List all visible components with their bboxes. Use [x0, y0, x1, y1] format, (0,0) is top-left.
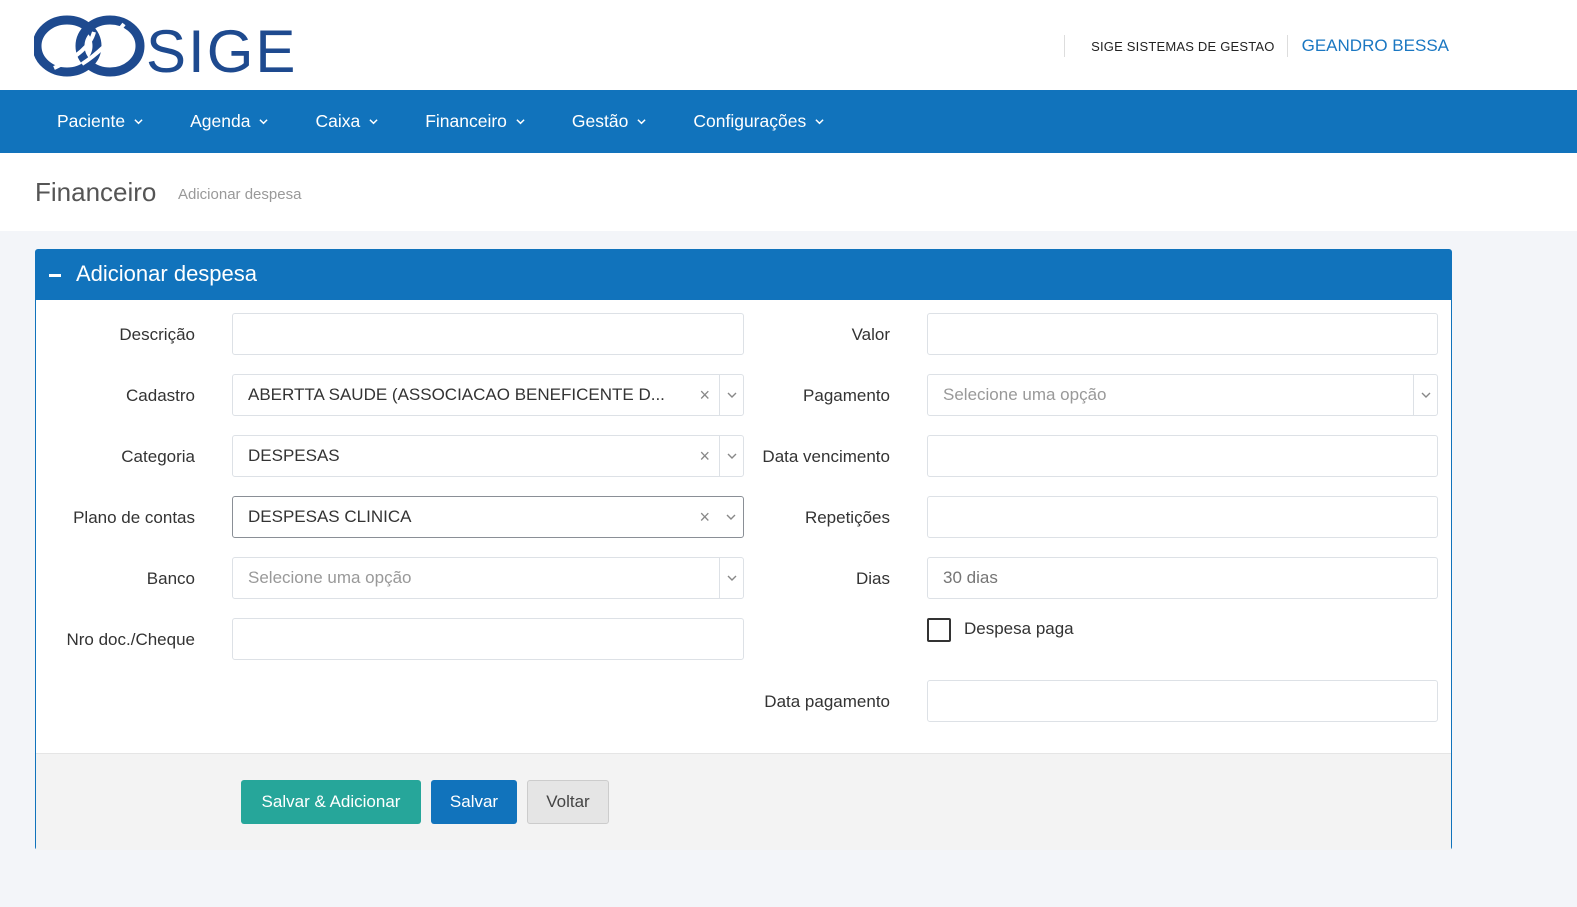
save-and-add-button[interactable]: Salvar & Adicionar [241, 780, 421, 824]
categoria-label: Categoria [121, 447, 195, 466]
despesa-paga-label[interactable]: Despesa paga [964, 619, 1074, 639]
banco-label: Banco [146, 569, 195, 588]
data-vencimento-label: Data vencimento [762, 447, 890, 466]
panel-header[interactable]: Adicionar despesa [36, 250, 1451, 300]
valor-input[interactable] [927, 313, 1438, 355]
categoria-select[interactable]: DESPESAS × [232, 435, 744, 477]
cadastro-label: Cadastro [126, 386, 195, 405]
top-bar: SIGE SIGE SISTEMAS DE GESTAO GEANDRO BES… [0, 0, 1577, 90]
banco-placeholder: Selecione uma opção [248, 568, 412, 587]
main-navbar: Paciente Agenda Caixa Financeiro Gestão … [0, 90, 1577, 153]
dias-label: Dias [855, 569, 890, 588]
sige-logo[interactable]: SIGE [34, 12, 304, 80]
cadastro-select[interactable]: ABERTTA SAUDE (ASSOCIACAO BENEFICENTE D.… [232, 374, 744, 416]
pagamento-label: Pagamento [803, 386, 890, 405]
data-pagamento-input[interactable] [927, 680, 1438, 722]
categoria-value: DESPESAS [248, 446, 340, 465]
chevron-down-icon [815, 118, 824, 124]
nav-configuracoes[interactable]: Configurações [693, 111, 824, 132]
descricao-label: Descrição [119, 325, 195, 344]
nav-label: Paciente [57, 111, 126, 131]
nav-label: Configurações [693, 111, 807, 131]
nav-caixa[interactable]: Caixa [315, 111, 378, 132]
repeticoes-label: Repetições [804, 508, 890, 527]
page-header: Financeiro Adicionar despesa [0, 153, 1577, 231]
chevron-down-icon[interactable] [1413, 375, 1437, 415]
pagamento-select[interactable]: Selecione uma opção [927, 374, 1438, 416]
chevron-down-icon [369, 118, 378, 124]
nav-label: Financeiro [425, 111, 507, 131]
page-title: Financeiro [35, 177, 157, 207]
valor-label: Valor [851, 325, 890, 344]
plano-contas-value: DESPESAS CLINICA [248, 507, 412, 526]
nav-gestao[interactable]: Gestão [572, 111, 646, 132]
chevron-down-icon [259, 118, 269, 124]
plano-contas-label: Plano de contas [73, 508, 195, 527]
page-subtitle: Adicionar despesa [178, 186, 302, 203]
repeticoes-input[interactable] [927, 496, 1438, 538]
back-button[interactable]: Voltar [527, 780, 609, 824]
dias-input[interactable] [927, 557, 1438, 599]
pagamento-placeholder: Selecione uma opção [943, 385, 1107, 404]
company-name: SIGE SISTEMAS DE GESTAO [1091, 38, 1275, 54]
form-footer: Salvar & Adicionar Salvar Voltar [36, 753, 1451, 850]
cadastro-value: ABERTTA SAUDE (ASSOCIACAO BENEFICENTE D.… [248, 385, 665, 404]
nro-doc-label: Nro doc./Cheque [66, 630, 195, 649]
chevron-down-icon [637, 118, 646, 124]
banco-select[interactable]: Selecione uma opção [232, 557, 744, 599]
nav-agenda[interactable]: Agenda [190, 111, 269, 132]
data-pagamento-label: Data pagamento [764, 692, 890, 711]
svg-text:SIGE: SIGE [146, 18, 297, 80]
save-button[interactable]: Salvar [431, 780, 517, 824]
plano-contas-select[interactable]: DESPESAS CLINICA × [232, 496, 744, 538]
nav-label: Gestão [571, 111, 629, 131]
nav-label: Agenda [190, 111, 251, 131]
nav-paciente[interactable]: Paciente [57, 111, 143, 132]
descricao-input[interactable] [232, 313, 744, 355]
chevron-down-icon [516, 118, 525, 124]
despesa-paga-checkbox[interactable] [927, 618, 951, 642]
nav-financeiro[interactable]: Financeiro [425, 111, 525, 132]
data-vencimento-input[interactable] [927, 435, 1438, 477]
panel-title: Adicionar despesa [76, 261, 258, 286]
nav-label: Caixa [315, 111, 361, 131]
user-menu-link[interactable]: GEANDRO BESSA [1288, 36, 1449, 56]
header-user-area: SIGE SISTEMAS DE GESTAO GEANDRO BESSA [1064, 34, 1449, 58]
nro-doc-input[interactable] [232, 618, 744, 660]
chevron-down-icon [134, 118, 143, 124]
collapse-icon[interactable] [49, 274, 61, 277]
add-expense-panel: Adicionar despesa Descrição Cadastro ABE… [35, 249, 1452, 850]
